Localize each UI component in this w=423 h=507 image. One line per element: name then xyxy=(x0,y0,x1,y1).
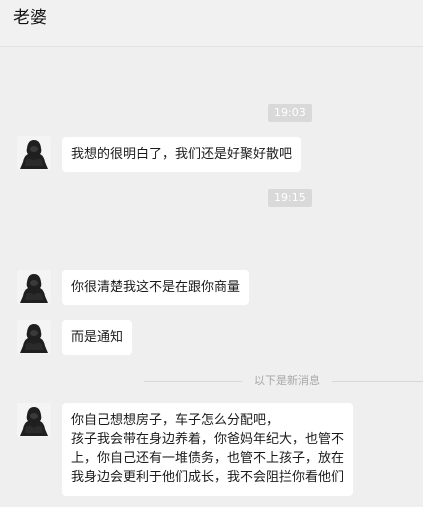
timestamp: 19:03 xyxy=(268,104,312,122)
contact-avatar[interactable] xyxy=(17,136,51,170)
message-text: 我想的很明白了，我们还是好聚好散吧 xyxy=(71,147,293,162)
divider-line xyxy=(144,381,242,382)
message-text: 而是通知 xyxy=(71,330,124,345)
gorilla-avatar-icon xyxy=(17,320,51,354)
contact-avatar[interactable] xyxy=(17,320,51,354)
message-bubble[interactable]: 而是通知 xyxy=(62,320,133,355)
message-bubble[interactable]: 你很清楚我这不是在跟你商量 xyxy=(62,270,250,305)
message-text-line: 我身边会更利于他们成长，我不会阻拦你看他们 xyxy=(71,470,345,485)
message-text: 你很清楚我这不是在跟你商量 xyxy=(71,280,241,295)
gorilla-avatar-icon xyxy=(17,270,51,304)
timestamp: 19:15 xyxy=(268,189,312,207)
contact-name-title[interactable]: 老婆 xyxy=(13,7,47,29)
divider-line xyxy=(332,381,423,382)
gorilla-avatar-icon xyxy=(17,403,51,437)
message-text-line: 上，你自己还有一堆债务，也管不上孩子，放在 xyxy=(71,451,345,466)
new-messages-label: 以下是新消息 xyxy=(254,374,320,387)
contact-avatar[interactable] xyxy=(17,403,51,437)
gorilla-avatar-icon xyxy=(17,136,51,170)
message-bubble[interactable]: 我想的很明白了，我们还是好聚好散吧 xyxy=(62,137,302,172)
new-messages-divider: 以下是新消息 xyxy=(144,374,423,388)
message-text-line: 你自己想想房子，车子怎么分配吧， xyxy=(71,413,280,428)
message-text-line: 孩子我会带在身边养着，你爸妈年纪大，也管不 xyxy=(71,432,345,447)
message-bubble[interactable]: 你自己想想房子，车子怎么分配吧， 孩子我会带在身边养着，你爸妈年纪大，也管不 上… xyxy=(62,403,354,496)
contact-avatar[interactable] xyxy=(17,270,51,304)
chat-header: 老婆 xyxy=(0,0,423,47)
